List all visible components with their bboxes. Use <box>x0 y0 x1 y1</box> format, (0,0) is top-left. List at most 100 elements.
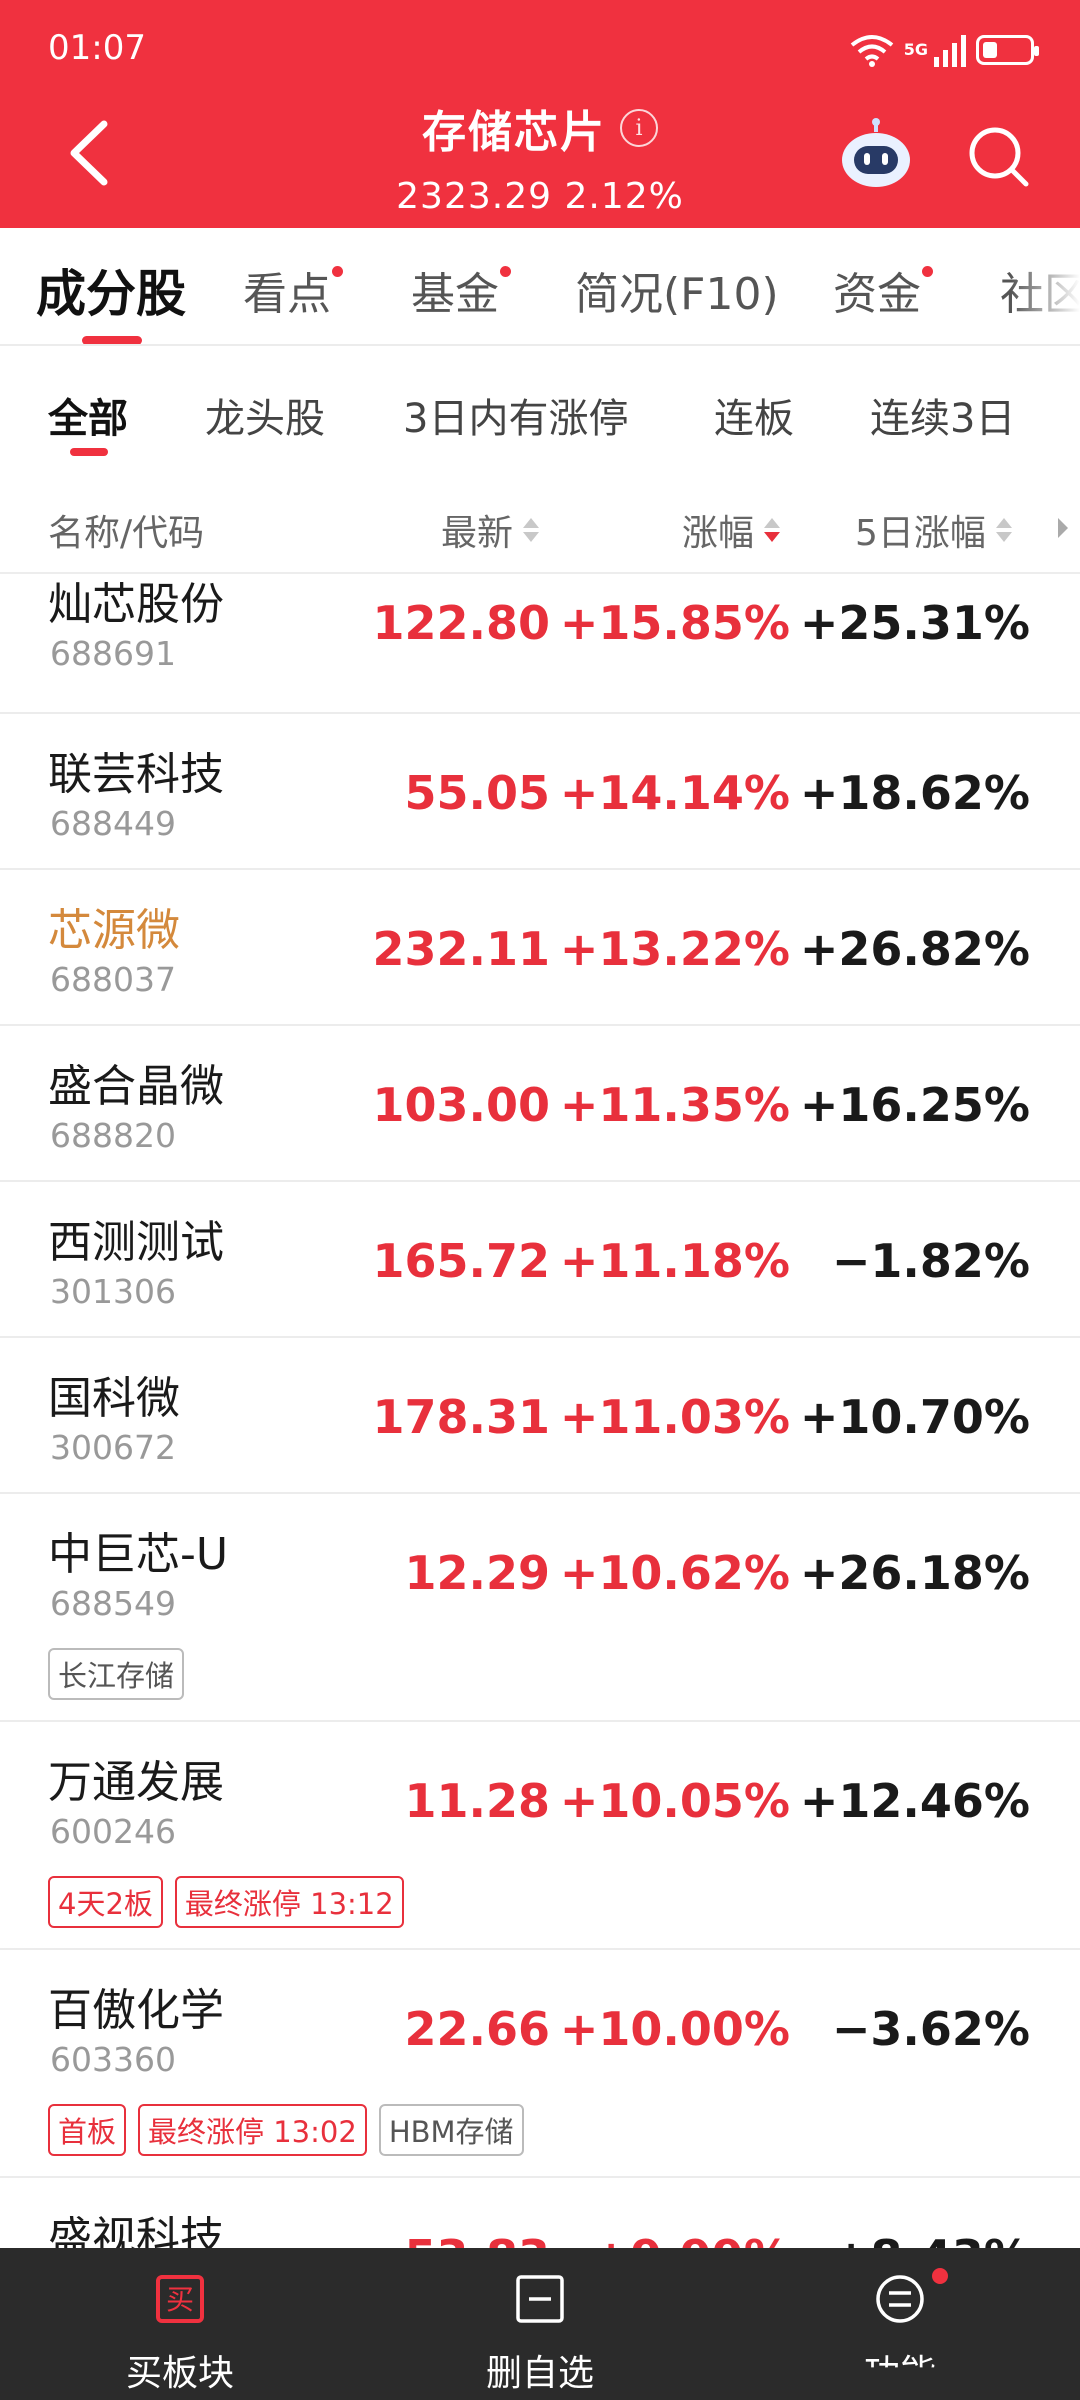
concept-tag[interactable]: 长江存储 <box>48 1648 185 1700</box>
svg-text:买: 买 <box>166 2283 194 2316</box>
stock-change-5d: +25.31% <box>799 596 1030 650</box>
stock-tags: 4天2板 最终涨停 13:12 <box>48 1876 404 1928</box>
status-time: 01:07 <box>48 28 146 68</box>
notification-dot <box>932 2268 948 2284</box>
stock-change: +15.85% <box>559 596 790 650</box>
stock-change: +11.18% <box>559 1234 790 1288</box>
limit-up-streak-tag[interactable]: 4天2板 <box>48 1876 163 1928</box>
stock-price: 165.72 <box>372 1234 550 1288</box>
stock-price: 103.00 <box>372 1078 550 1132</box>
stock-price: 22.66 <box>404 2002 550 2056</box>
scroll-right-icon[interactable] <box>1058 518 1068 538</box>
table-row[interactable]: 中巨芯-U 688549 12.29 +10.62% +26.18% 长江存储 <box>0 1494 1080 1722</box>
stock-name: 西测测试 <box>48 1217 224 1268</box>
stock-change-5d: +8.43% <box>832 2230 1030 2248</box>
table-row[interactable]: 灿芯股份 688691 122.80 +15.85% +25.31% <box>0 576 1080 714</box>
stock-code: 688820 <box>50 1116 176 1155</box>
limit-up-time-tag[interactable]: 最终涨停 13:12 <box>174 1876 404 1928</box>
stock-price: 122.80 <box>372 596 550 650</box>
active-tab-indicator <box>82 336 142 344</box>
stock-name: 万通发展 <box>48 1757 224 1808</box>
filter-tab-bar: 全部 龙头股 3日内有涨停 连板 连续3日 <box>0 346 1080 468</box>
stock-name: 国科微 <box>48 1373 180 1424</box>
app-header: 01:07 5G 存储芯片 i 2323.29 2.12% <box>0 0 1080 228</box>
stock-change-5d: +18.62% <box>799 766 1030 820</box>
stock-change-5d: +10.70% <box>799 1390 1030 1444</box>
search-icon[interactable] <box>966 124 1030 188</box>
stock-change: +9.99% <box>592 2230 790 2248</box>
table-row[interactable]: 万通发展 600246 11.28 +10.05% +12.46% 4天2板 最… <box>0 1722 1080 1950</box>
table-row[interactable]: 芯源微 688037 232.11 +13.22% +26.82% <box>0 870 1080 1026</box>
filter-leaders[interactable]: 龙头股 <box>205 386 325 444</box>
stock-code: 688691 <box>50 634 176 673</box>
stock-tags: 长江存储 <box>48 1648 185 1700</box>
table-row[interactable]: 西测测试 301306 165.72 +11.18% −1.82% <box>0 1182 1080 1338</box>
tab-highlights[interactable]: 看点 <box>243 258 343 322</box>
filter-limit-up-3d[interactable]: 3日内有涨停 <box>403 386 628 444</box>
first-board-tag[interactable]: 首板 <box>48 2104 127 2156</box>
stock-change-5d: −3.62% <box>831 2002 1030 2056</box>
info-icon[interactable]: i <box>620 109 658 147</box>
col-change-sort[interactable]: 涨幅 <box>682 504 781 556</box>
filter-all[interactable]: 全部 <box>48 386 128 444</box>
table-row[interactable]: 盛合晶微 688820 103.00 +11.35% +16.25% <box>0 1026 1080 1182</box>
stock-name: 盛合晶微 <box>48 1061 224 1112</box>
stock-change-5d: +26.18% <box>799 1546 1030 1600</box>
buy-sector-button[interactable]: 买 买板块 <box>60 2248 300 2400</box>
remove-watchlist-icon <box>516 2275 564 2323</box>
stock-code: 688549 <box>50 1584 176 1623</box>
stock-code: 301306 <box>50 1272 176 1311</box>
notification-dot <box>500 266 511 277</box>
stock-price: 55.05 <box>404 766 550 820</box>
notification-dot <box>332 266 343 277</box>
stock-change: +10.05% <box>559 1774 790 1828</box>
remove-watchlist-button[interactable]: 删自选 <box>420 2248 660 2400</box>
col-name-code: 名称/代码 <box>48 504 204 556</box>
stock-price: 178.31 <box>372 1390 550 1444</box>
stock-price: 11.28 <box>404 1774 550 1828</box>
index-value: 2323.29 2.12% <box>396 176 684 217</box>
tab-constituents[interactable]: 成分股 <box>36 254 186 326</box>
stock-list[interactable]: 灿芯股份 688691 122.80 +15.85% +25.31% 联芸科技 … <box>0 576 1080 2248</box>
tab-funds[interactable]: 基金 <box>411 258 511 322</box>
filter-consecutive-3d[interactable]: 连续3日 <box>870 386 1015 444</box>
stock-name: 百傲化学 <box>48 1985 224 2036</box>
tab-profile-f10[interactable]: 简况(F10) <box>575 258 779 322</box>
table-row[interactable]: 国科微 300672 178.31 +11.03% +10.70% <box>0 1338 1080 1494</box>
col-latest-sort[interactable]: 最新 <box>441 504 540 556</box>
table-row[interactable]: 百傲化学 603360 22.66 +10.00% −3.62% 首板 最终涨停… <box>0 1950 1080 2178</box>
stock-change: +10.62% <box>559 1546 790 1600</box>
header-title-block[interactable]: 存储芯片 i 2323.29 2.12% <box>0 96 1080 217</box>
limit-up-time-tag[interactable]: 最终涨停 13:02 <box>138 2104 367 2156</box>
main-tab-bar: 成分股 看点 基金 简况(F10) 资金 社区 <box>0 228 1080 346</box>
stock-change-5d: +12.46% <box>799 1774 1030 1828</box>
stock-name: 盛视科技 <box>48 2213 224 2248</box>
stock-change: +11.35% <box>559 1078 790 1132</box>
stock-tags: 首板 最终涨停 13:02 HBM存储 <box>48 2104 524 2156</box>
table-row[interactable]: 联芸科技 688449 55.05 +14.14% +18.62% <box>0 714 1080 870</box>
stock-price: 12.29 <box>404 1546 550 1600</box>
table-row[interactable]: 盛视科技 53.83 +9.99% +8.43% <box>0 2178 1080 2248</box>
stock-price: 232.11 <box>372 922 550 976</box>
page-title: 存储芯片 <box>422 107 606 158</box>
tab-label: 看点 <box>243 269 331 320</box>
stock-name: 灿芯股份 <box>48 579 224 630</box>
robot-assistant-icon[interactable] <box>838 118 914 190</box>
stock-change: +14.14% <box>559 766 790 820</box>
col-label: 名称/代码 <box>48 513 205 554</box>
concept-tag[interactable]: HBM存储 <box>378 2104 524 2156</box>
filter-consecutive-boards[interactable]: 连板 <box>714 386 794 444</box>
tab-label: 简况(F10) <box>575 269 779 320</box>
notification-dot <box>922 266 933 277</box>
stock-change-5d: +26.82% <box>799 922 1030 976</box>
signal-icon <box>934 33 966 67</box>
functions-button[interactable]: 功能 <box>780 2248 1020 2400</box>
stock-change-5d: −1.82% <box>831 1234 1030 1288</box>
buy-icon: 买 <box>156 2275 204 2323</box>
column-header: 名称/代码 最新 涨幅 5日涨幅 <box>0 480 1080 574</box>
col-label: 最新 <box>441 513 514 554</box>
col-change5d-sort[interactable]: 5日涨幅 <box>855 504 1012 556</box>
tab-label: 资金 <box>833 269 921 320</box>
tab-capital[interactable]: 资金 <box>833 258 933 322</box>
sort-icon <box>995 518 1012 542</box>
